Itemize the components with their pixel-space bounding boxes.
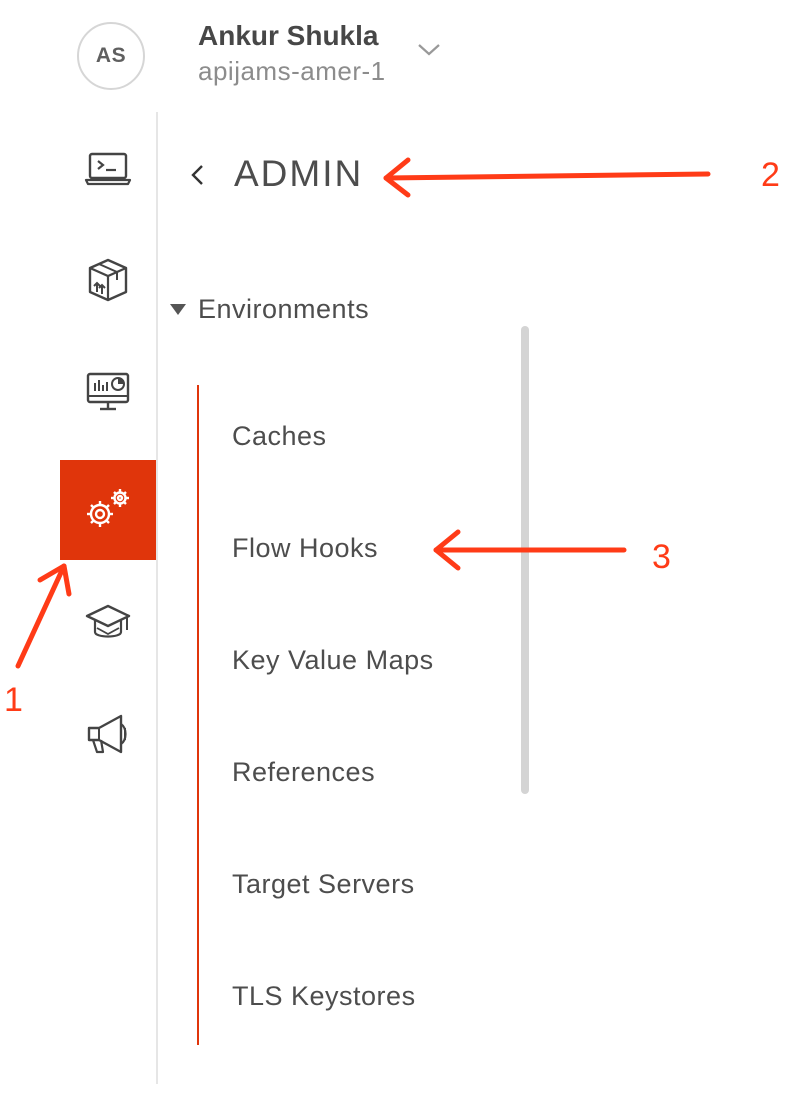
chevron-down-icon[interactable] — [416, 42, 442, 58]
annotation-label-1: 1 — [4, 681, 23, 719]
menu-item-flow-hooks[interactable]: Flow Hooks — [232, 533, 378, 564]
user-name: Ankur Shukla — [198, 20, 379, 51]
rail-item-develop[interactable] — [60, 118, 156, 218]
caret-down-icon[interactable] — [170, 304, 186, 315]
user-avatar[interactable]: AS — [77, 22, 145, 90]
environments-group[interactable]: Environments — [198, 294, 369, 325]
menu-item-references[interactable]: References — [232, 757, 375, 788]
terminal-laptop-icon — [84, 152, 132, 186]
avatar-initials: AS — [95, 44, 127, 67]
scrollbar[interactable] — [521, 326, 529, 794]
menu-item-target-servers[interactable]: Target Servers — [232, 869, 415, 900]
rail-item-publish[interactable] — [60, 230, 156, 330]
megaphone-icon — [87, 714, 127, 754]
menu-item-tls-keystores[interactable]: TLS Keystores — [232, 981, 416, 1012]
annotation-arrow-2 — [383, 171, 711, 181]
rail-divider — [156, 112, 158, 1084]
menu-item-key-value-maps[interactable]: Key Value Maps — [232, 645, 434, 676]
rail-item-announcements[interactable] — [60, 684, 156, 784]
package-box-icon — [88, 258, 128, 302]
admin-gears-icon — [87, 489, 129, 527]
annotation-label-3: 3 — [652, 538, 671, 576]
org-name: apijams-amer-1 — [198, 56, 386, 86]
menu-item-caches[interactable]: Caches — [232, 421, 327, 452]
rail-item-admin[interactable] — [60, 460, 156, 560]
rail-item-learn[interactable] — [60, 572, 156, 672]
analytics-monitor-icon — [86, 372, 130, 411]
admin-title: ADMIN — [234, 153, 364, 194]
rail-item-analyze[interactable] — [60, 342, 156, 442]
back-chevron-icon[interactable] — [189, 164, 207, 186]
annotation-label-2: 2 — [761, 156, 780, 194]
tree-line — [197, 385, 199, 1045]
graduation-cap-icon — [85, 604, 131, 638]
annotation-arrow-1 — [15, 563, 67, 669]
